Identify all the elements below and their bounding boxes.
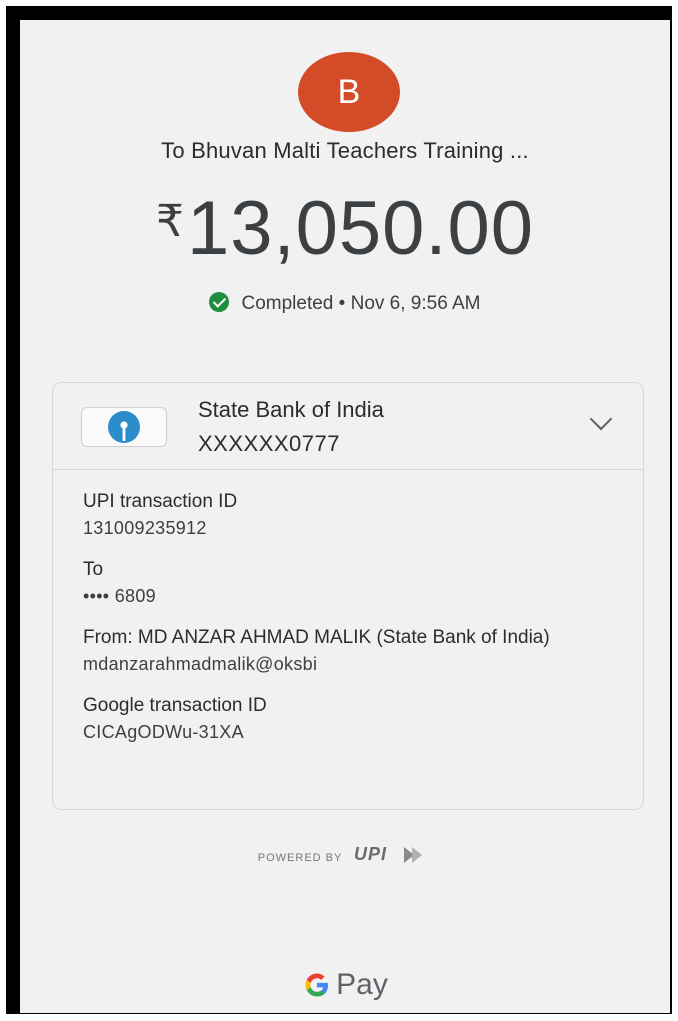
powered-by-label: POWERED BY <box>257 852 343 864</box>
detail-value: CICAgODWu-31XA <box>83 722 244 742</box>
detail-google-transaction-id: Google transaction ID CICAgODWu-31XA <box>83 693 623 745</box>
google-g-icon <box>302 970 332 1008</box>
google-pay-logo: Pay <box>20 968 670 1008</box>
amount: ₹13,050.00 <box>20 185 670 272</box>
status-row: Completed • Nov 6, 9:56 AM <box>20 292 670 315</box>
amount-value: 13,050.00 <box>186 186 535 271</box>
currency-symbol: ₹ <box>155 197 185 246</box>
transaction-datetime: Nov 6, 9:56 AM <box>350 293 481 314</box>
gpay-label: Pay <box>336 968 388 1001</box>
upi-logo-icon: UPI <box>352 843 432 870</box>
transaction-details-screen: B To Bhuvan Malti Teachers Training ... … <box>20 20 670 1013</box>
bank-name: State Bank of India <box>198 397 384 422</box>
chevron-down-icon[interactable] <box>589 407 613 431</box>
detail-from: From: MD ANZAR AHMAD MALIK (State Bank o… <box>83 625 623 677</box>
transaction-details: UPI transaction ID 131009235912 To •••• … <box>83 489 623 761</box>
detail-label: To <box>83 559 104 580</box>
detail-label: From: MD ANZAR AHMAD MALIK (State Bank o… <box>83 627 550 648</box>
transaction-card: State Bank of India XXXXXX0777 UPI trans… <box>52 382 644 810</box>
status-text: Completed <box>241 293 334 314</box>
status-separator: • <box>338 293 346 314</box>
detail-value: mdanzarahmadmalik@oksbi <box>83 654 318 674</box>
detail-value: 131009235912 <box>83 518 207 538</box>
detail-upi-transaction-id: UPI transaction ID 131009235912 <box>83 489 623 541</box>
detail-label: UPI transaction ID <box>83 491 238 512</box>
avatar-letter: B <box>337 72 361 111</box>
screenshot-frame: B To Bhuvan Malti Teachers Training ... … <box>6 6 672 1014</box>
check-circle-icon <box>209 292 230 312</box>
powered-by-upi: POWERED BY UPI <box>20 843 670 870</box>
sbi-logo-icon <box>81 407 167 447</box>
payee-avatar: B <box>298 52 400 132</box>
detail-to: To •••• 6809 <box>83 557 623 609</box>
detail-value: •••• 6809 <box>83 586 156 606</box>
detail-label: Google transaction ID <box>83 695 267 716</box>
payee-name: To Bhuvan Malti Teachers Training ... <box>161 138 529 163</box>
bank-account-row[interactable]: State Bank of India XXXXXX0777 <box>53 383 643 470</box>
bank-account-number: XXXXXX0777 <box>198 431 340 456</box>
svg-text:UPI: UPI <box>354 844 387 864</box>
